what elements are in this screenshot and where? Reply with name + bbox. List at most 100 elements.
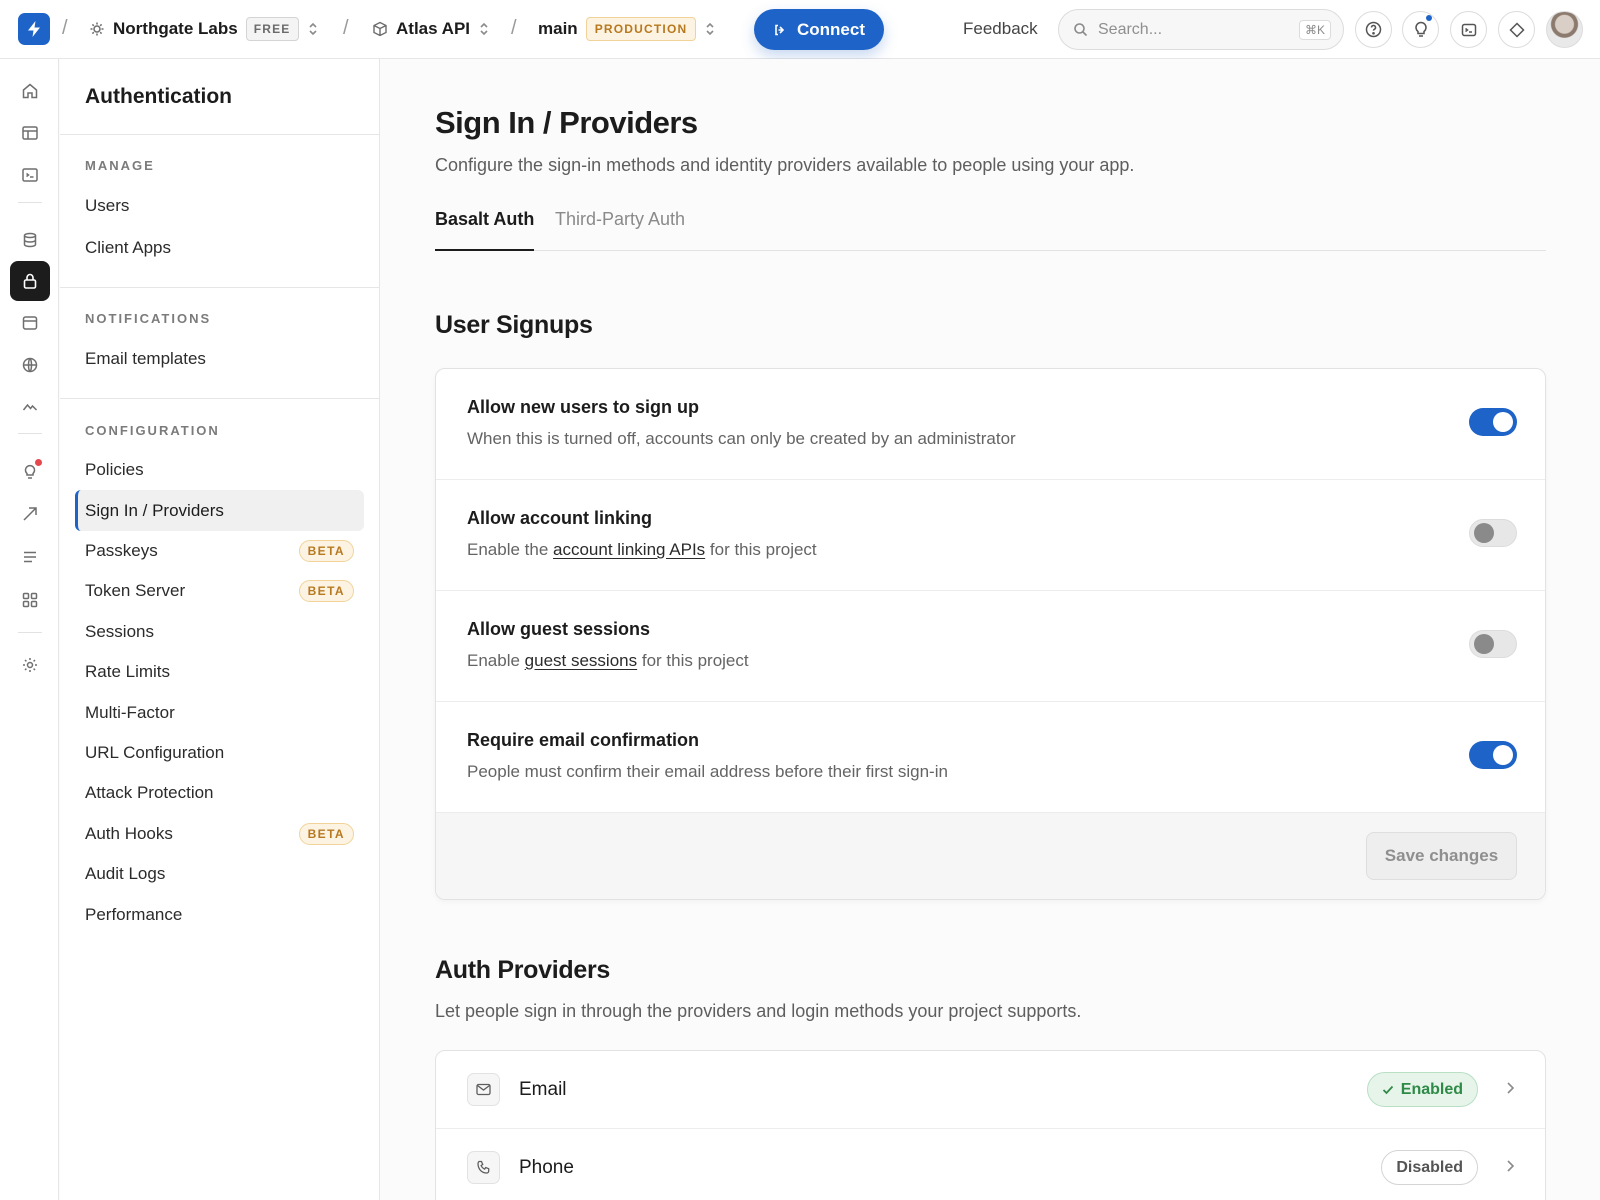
setting-row-email-confirmation: Require email confirmation People must c… xyxy=(436,702,1545,813)
branch-name: main xyxy=(538,19,578,38)
mail-icon xyxy=(467,1073,500,1106)
sidebar-item-users[interactable]: Users xyxy=(75,185,364,226)
lightbulb-icon[interactable] xyxy=(1402,11,1439,48)
auth-providers-subtitle: Let people sign in through the providers… xyxy=(435,1001,1082,1021)
sidebar-item-label: Passkeys xyxy=(85,540,158,560)
auth-providers-heading: Auth Providers xyxy=(435,956,610,984)
status-badge-disabled: Disabled xyxy=(1381,1150,1478,1185)
card-footer: Save changes xyxy=(436,813,1545,899)
sql-editor-icon[interactable] xyxy=(10,155,50,195)
auth-sidebar: Authentication MANAGE Users Client Apps … xyxy=(60,59,380,1200)
chevron-right-icon xyxy=(1506,1081,1515,1095)
sidebar-item-auth-hooks[interactable]: Auth Hooks BETA xyxy=(75,813,364,854)
guest-sessions-link[interactable]: guest sessions xyxy=(525,651,637,670)
org-name: Northgate Labs xyxy=(113,19,238,38)
realtime-icon[interactable] xyxy=(10,387,50,427)
provider-name: Email xyxy=(519,1079,567,1100)
diamond-icon[interactable] xyxy=(1498,11,1535,48)
section-heading-manage: MANAGE xyxy=(85,158,155,173)
breadcrumb-separator: / xyxy=(62,17,68,39)
provider-row-phone[interactable]: Phone Disabled xyxy=(436,1129,1545,1200)
email-confirmation-toggle[interactable] xyxy=(1469,741,1517,769)
setting-row-account-linking: Allow account linking Enable the account… xyxy=(436,480,1545,591)
setting-title: Require email confirmation xyxy=(467,730,700,750)
plug-icon xyxy=(773,23,787,37)
rail-divider xyxy=(18,632,42,633)
left-nav-rail xyxy=(0,59,59,1200)
search-input[interactable]: Search... ⌘K xyxy=(1058,9,1344,50)
connect-label: Connect xyxy=(797,19,865,39)
provider-row-email[interactable]: Email Enabled xyxy=(436,1051,1545,1129)
check-icon xyxy=(1382,1085,1394,1095)
toggle-knob xyxy=(1474,634,1494,654)
storage-icon[interactable] xyxy=(10,303,50,343)
tab-basalt-auth[interactable]: Basalt Auth xyxy=(435,209,535,251)
branch-switcher[interactable]: main PRODUCTION xyxy=(538,17,716,41)
setting-row-allow-signups: Allow new users to sign up When this is … xyxy=(436,369,1545,480)
settings-icon[interactable] xyxy=(10,645,50,685)
setting-title: Allow account linking xyxy=(467,508,653,528)
database-icon[interactable] xyxy=(10,220,50,260)
connect-button[interactable]: Connect xyxy=(754,9,884,50)
page-title: Sign In / Providers xyxy=(435,105,698,140)
help-icon[interactable] xyxy=(1355,11,1392,48)
rail-divider xyxy=(18,202,42,203)
sidebar-item-policies[interactable]: Policies xyxy=(75,449,364,490)
section-heading-configuration: CONFIGURATION xyxy=(85,423,220,438)
chevron-right-icon xyxy=(1506,1159,1515,1173)
save-changes-button[interactable]: Save changes xyxy=(1366,832,1517,880)
sidebar-item-sign-in-providers[interactable]: Sign In / Providers xyxy=(75,490,364,531)
allow-signups-toggle[interactable] xyxy=(1469,408,1517,436)
toggle-knob xyxy=(1474,523,1494,543)
reports-icon[interactable] xyxy=(10,494,50,534)
notification-dot xyxy=(1426,15,1432,21)
account-linking-toggle[interactable] xyxy=(1469,519,1517,547)
org-switcher[interactable]: Northgate Labs FREE xyxy=(89,17,319,41)
home-icon[interactable] xyxy=(10,71,50,111)
sidebar-item-url-configuration[interactable]: URL Configuration xyxy=(75,732,364,773)
sidebar-item-email-templates[interactable]: Email templates xyxy=(75,338,364,379)
guest-sessions-toggle[interactable] xyxy=(1469,630,1517,658)
edge-functions-icon[interactable] xyxy=(10,345,50,385)
sidebar-item-attack-protection[interactable]: Attack Protection xyxy=(75,772,364,813)
app-logo-icon[interactable] xyxy=(18,13,50,45)
sidebar-item-rate-limits[interactable]: Rate Limits xyxy=(75,651,364,692)
setting-description: Enable the account linking APIs for this… xyxy=(467,540,817,559)
alert-dot xyxy=(35,459,42,466)
tab-third-party-auth[interactable]: Third-Party Auth xyxy=(555,209,685,251)
sidebar-item-multi-factor[interactable]: Multi-Factor xyxy=(75,692,364,733)
sidebar-divider xyxy=(60,398,380,399)
sidebar-title: Authentication xyxy=(85,85,232,108)
breadcrumb-separator: / xyxy=(511,17,517,39)
sidebar-item-token-server[interactable]: Token Server BETA xyxy=(75,570,364,611)
user-signups-card: Allow new users to sign up When this is … xyxy=(435,368,1546,900)
project-switcher[interactable]: Atlas API xyxy=(372,18,490,40)
breadcrumb-separator: / xyxy=(343,17,349,39)
setting-title: Allow guest sessions xyxy=(467,619,651,639)
rail-divider xyxy=(18,433,42,434)
plan-badge: FREE xyxy=(245,17,299,41)
sidebar-item-performance[interactable]: Performance xyxy=(75,894,364,935)
beta-badge: BETA xyxy=(298,580,354,602)
integrations-icon[interactable] xyxy=(10,580,50,620)
org-icon xyxy=(89,21,105,37)
setting-description: Enable guest sessions for this project xyxy=(467,651,749,670)
terminal-icon[interactable] xyxy=(1450,11,1487,48)
table-editor-icon[interactable] xyxy=(10,113,50,153)
phone-icon xyxy=(467,1151,500,1184)
sidebar-item-passkeys[interactable]: Passkeys BETA xyxy=(75,530,364,571)
search-shortcut: ⌘K xyxy=(1298,19,1331,40)
feedback-button[interactable]: Feedback xyxy=(963,19,1038,39)
sidebar-item-audit-logs[interactable]: Audit Logs xyxy=(75,853,364,894)
account-linking-apis-link[interactable]: account linking APIs xyxy=(553,540,705,559)
advisors-icon[interactable] xyxy=(10,451,50,491)
main-content: Sign In / Providers Configure the sign-i… xyxy=(381,59,1600,1200)
beta-badge: BETA xyxy=(298,823,354,845)
sidebar-item-client-apps[interactable]: Client Apps xyxy=(75,227,364,268)
sidebar-item-sessions[interactable]: Sessions xyxy=(75,611,364,652)
user-avatar[interactable] xyxy=(1546,11,1583,48)
auth-lock-icon[interactable] xyxy=(10,261,50,301)
chevron-up-down-icon xyxy=(307,21,319,37)
logs-icon[interactable] xyxy=(10,537,50,577)
setting-description: When this is turned off, accounts can on… xyxy=(467,429,1016,448)
